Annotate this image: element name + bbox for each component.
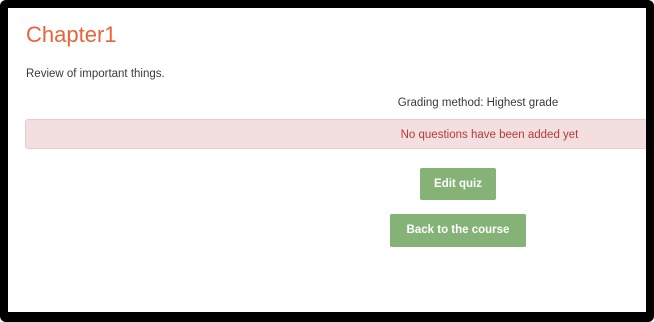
edit-quiz-button[interactable]: Edit quiz <box>420 168 496 200</box>
grading-method: Grading method: Highest grade <box>397 97 559 109</box>
alert-message: No questions have been added yet <box>400 129 579 141</box>
no-questions-alert: No questions have been added yet <box>25 119 646 149</box>
page-title: Chapter1 <box>26 22 117 47</box>
quiz-intro: Review of important things. <box>26 68 165 80</box>
back-to-course-button[interactable]: Back to the course <box>390 214 526 247</box>
quiz-panel: Chapter1 Review of important things. Gra… <box>0 0 654 322</box>
